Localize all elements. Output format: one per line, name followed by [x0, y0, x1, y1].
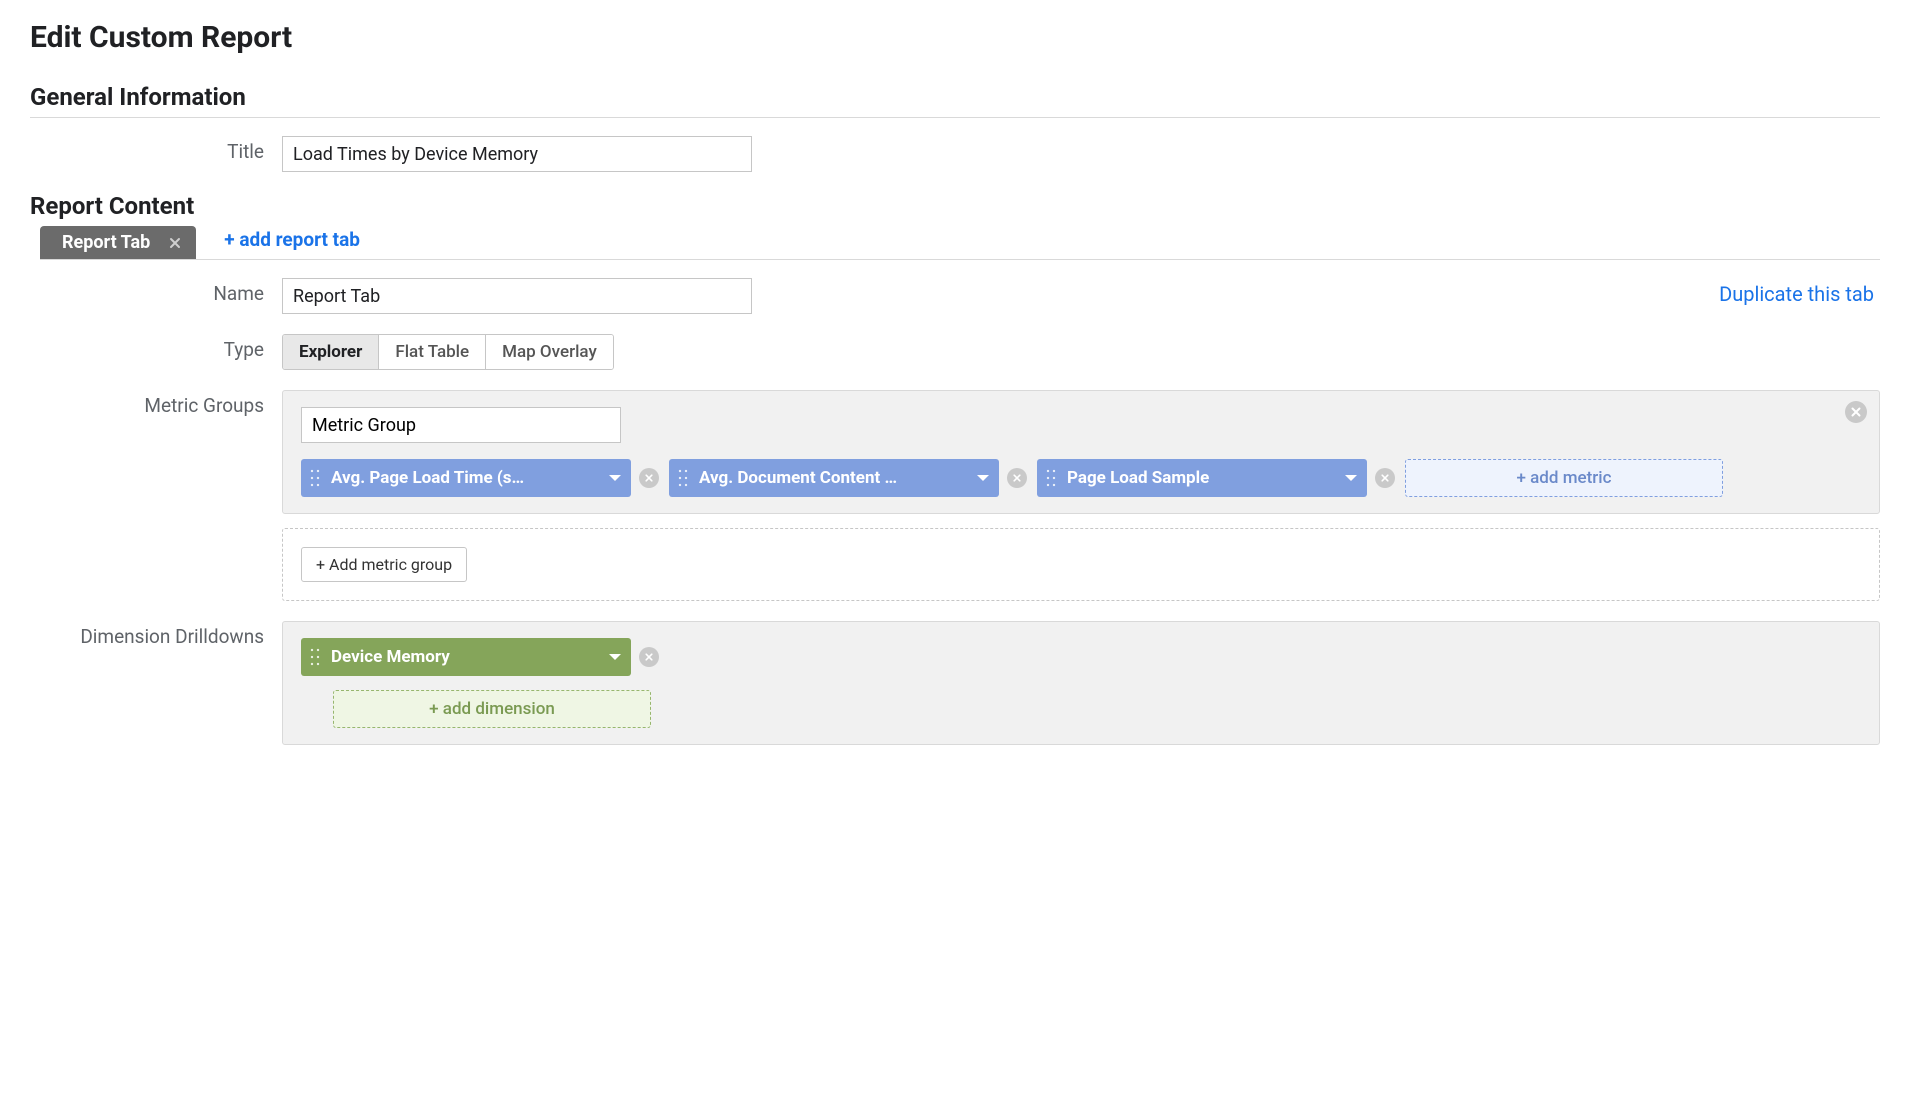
metric-chip-label: Avg. Document Content … [699, 468, 969, 488]
general-info-heading: General Information [30, 83, 1880, 111]
metric-chip[interactable]: Avg. Document Content … [669, 459, 999, 497]
report-tabs-bar: Report Tab + add report tab [40, 226, 1880, 260]
add-metric-button[interactable]: + add metric [1405, 459, 1723, 497]
add-metric-group-button[interactable]: + Add metric group [301, 547, 467, 582]
type-option-map-overlay[interactable]: Map Overlay [485, 335, 613, 369]
drag-handle-icon[interactable] [309, 647, 323, 667]
close-icon[interactable] [166, 234, 184, 252]
add-metric-group-panel: + Add metric group [282, 528, 1880, 601]
report-content-heading: Report Content [30, 192, 1880, 220]
add-report-tab-link[interactable]: + add report tab [224, 228, 360, 257]
type-label: Type [30, 334, 282, 361]
type-option-explorer[interactable]: Explorer [283, 335, 378, 369]
metric-group-panel: Avg. Page Load Time (s… Avg. Document Co… [282, 390, 1880, 514]
title-label: Title [30, 136, 282, 163]
chevron-down-icon [977, 475, 989, 481]
dimension-drilldowns-label: Dimension Drilldowns [30, 621, 282, 648]
type-segmented-control: Explorer Flat Table Map Overlay [282, 334, 614, 370]
page-title: Edit Custom Report [30, 20, 1880, 55]
drag-handle-icon[interactable] [677, 468, 691, 488]
metric-groups-label: Metric Groups [30, 390, 282, 417]
chevron-down-icon [609, 475, 621, 481]
title-input[interactable] [282, 136, 752, 172]
remove-metric-button[interactable] [1007, 468, 1027, 488]
remove-metric-button[interactable] [639, 468, 659, 488]
chevron-down-icon [1345, 475, 1357, 481]
drag-handle-icon[interactable] [1045, 468, 1059, 488]
remove-dimension-button[interactable] [639, 647, 659, 667]
report-tab-label: Report Tab [62, 232, 150, 253]
drag-handle-icon[interactable] [309, 468, 323, 488]
metric-chip-label: Avg. Page Load Time (s… [331, 468, 601, 488]
dimension-chip-label: Device Memory [331, 647, 601, 667]
chevron-down-icon [609, 654, 621, 660]
remove-metric-button[interactable] [1375, 468, 1395, 488]
duplicate-tab-link[interactable]: Duplicate this tab [1719, 278, 1880, 306]
drilldowns-panel: Device Memory + add dimension [282, 621, 1880, 745]
metric-chip[interactable]: Page Load Sample [1037, 459, 1367, 497]
remove-metric-group-button[interactable] [1845, 401, 1867, 423]
tab-name-input[interactable] [282, 278, 752, 314]
report-tab-active[interactable]: Report Tab [40, 226, 196, 259]
metric-chip[interactable]: Avg. Page Load Time (s… [301, 459, 631, 497]
divider [30, 117, 1880, 118]
type-option-flat-table[interactable]: Flat Table [378, 335, 485, 369]
add-dimension-button[interactable]: + add dimension [333, 690, 651, 728]
metric-chip-label: Page Load Sample [1067, 468, 1337, 488]
metric-group-name-input[interactable] [301, 407, 621, 443]
name-label: Name [30, 278, 282, 305]
dimension-chip[interactable]: Device Memory [301, 638, 631, 676]
